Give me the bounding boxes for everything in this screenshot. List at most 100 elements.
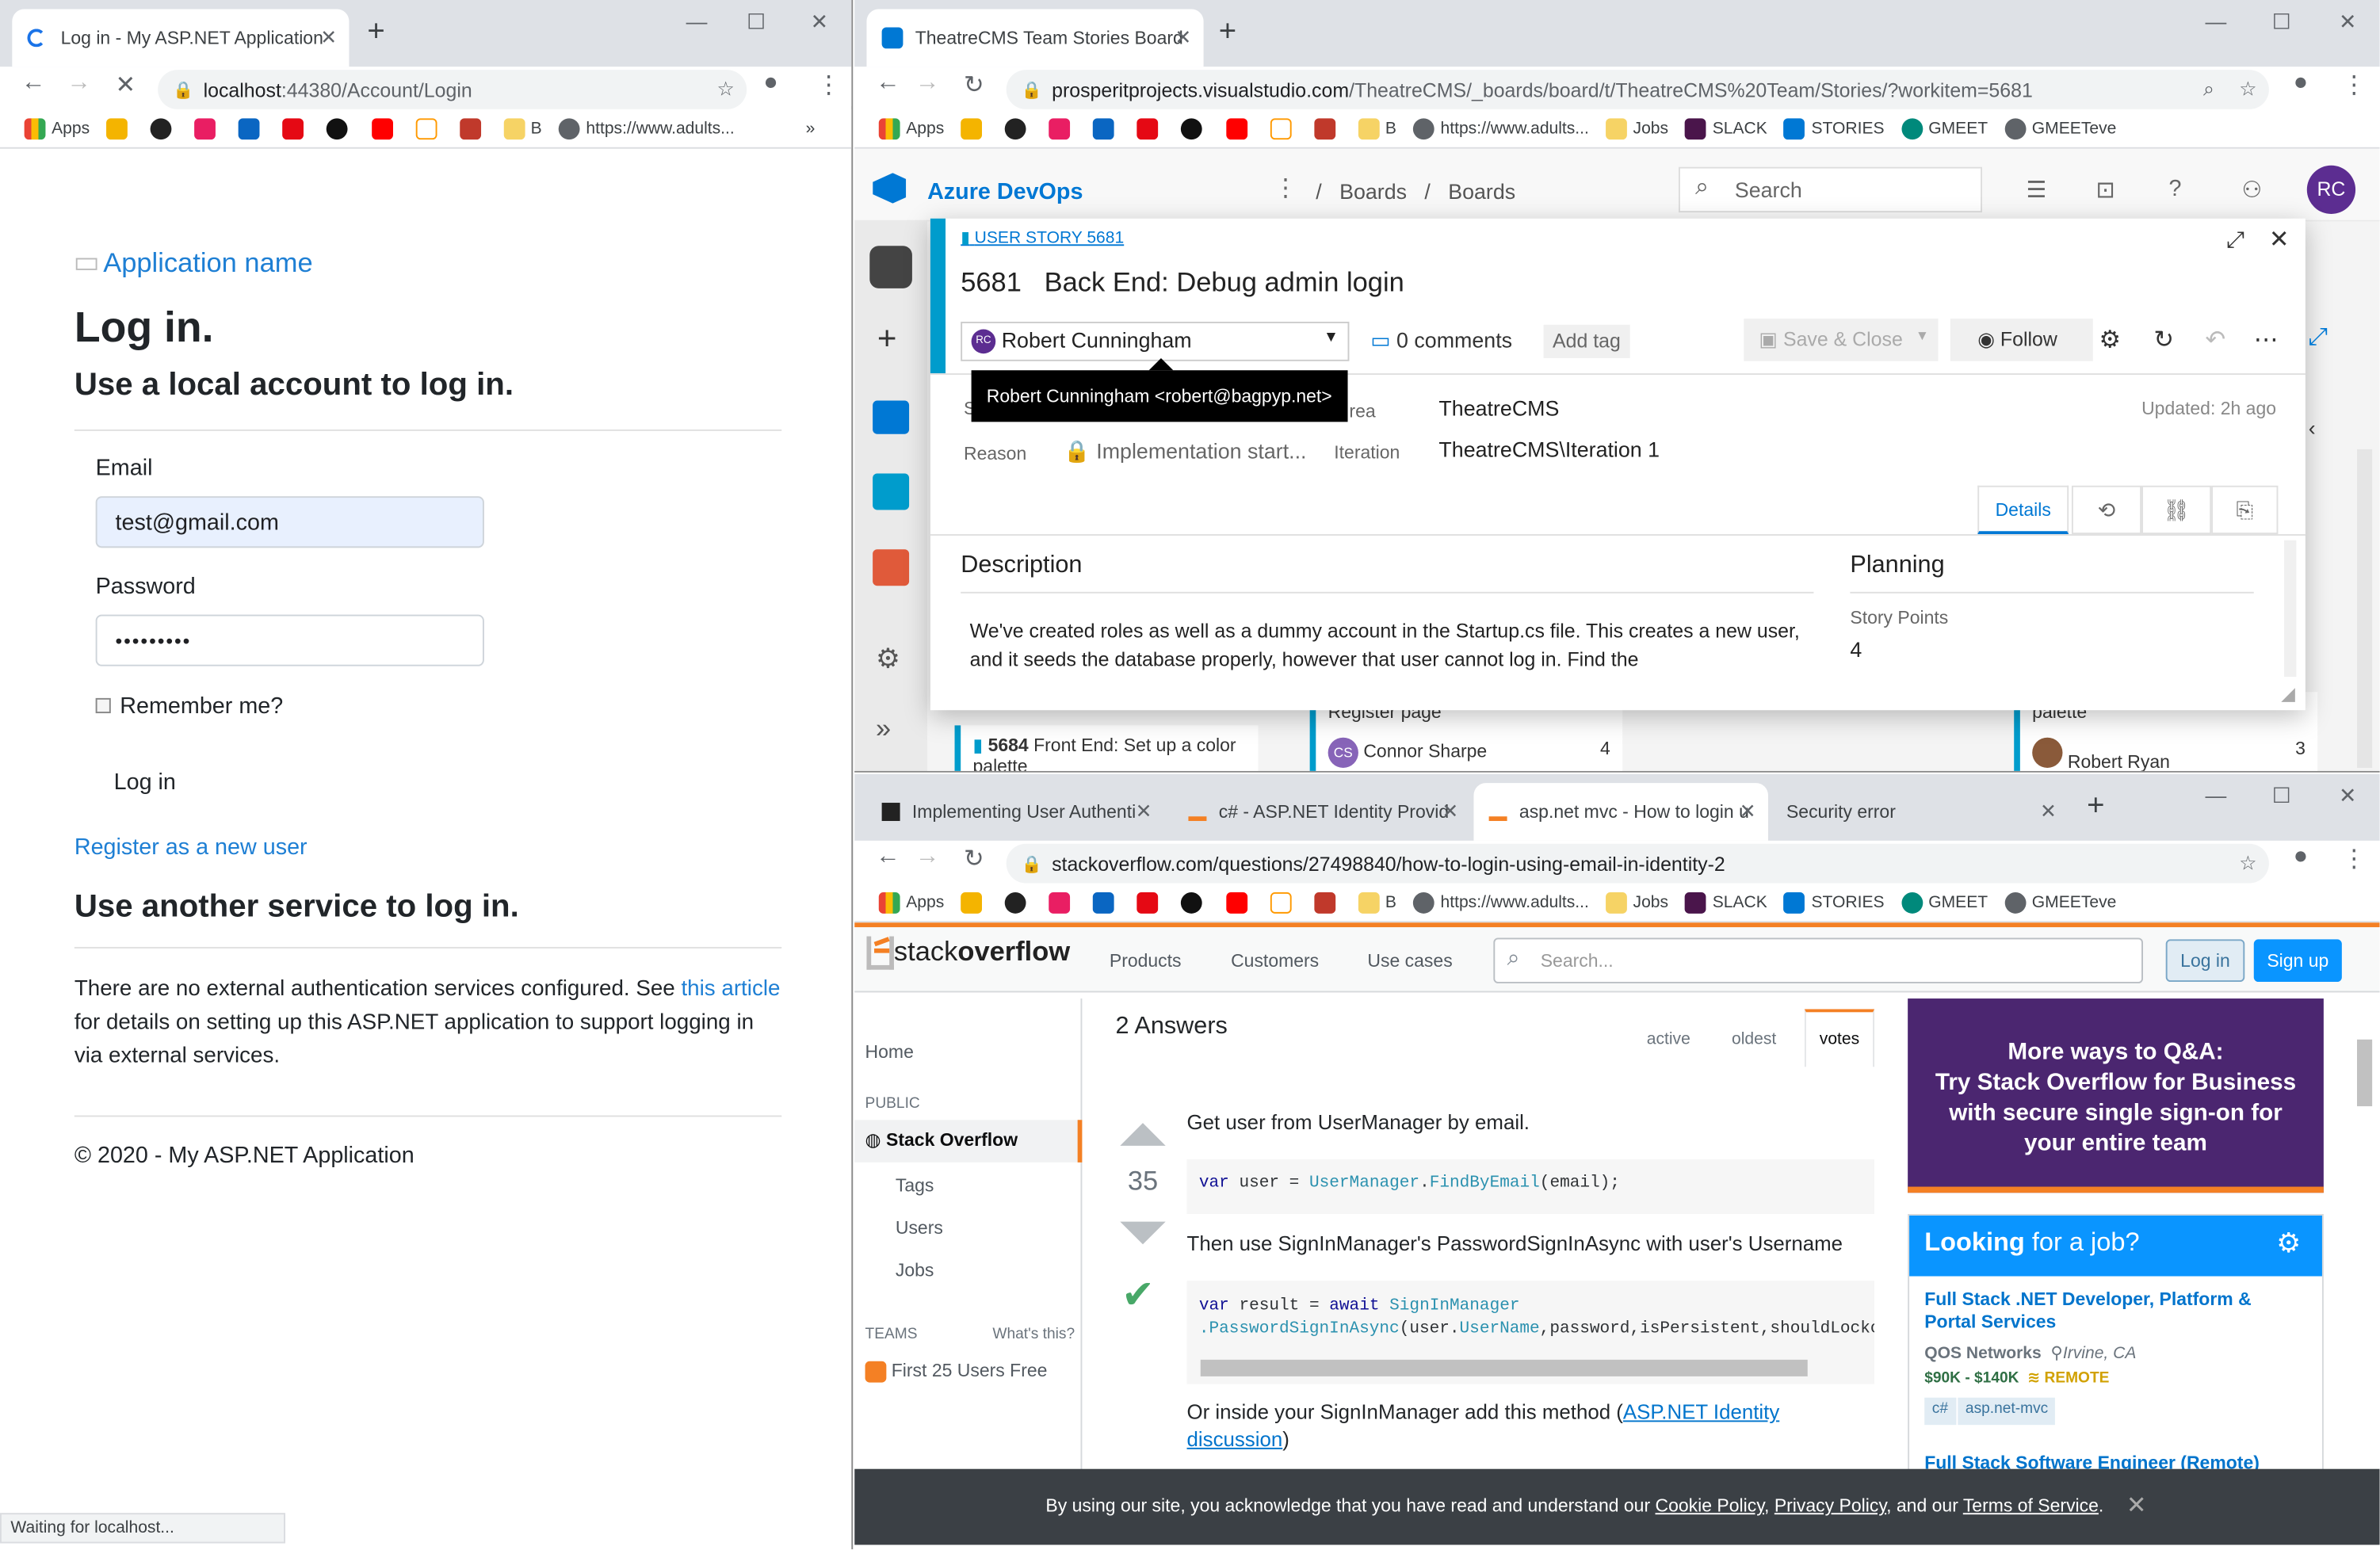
address-bar[interactable]: 🔒 localhost:44380/Account/Login ☆ (158, 70, 747, 109)
bookmarks-overflow-icon[interactable]: » (806, 109, 816, 147)
story-points-field[interactable]: 4 (1850, 637, 1862, 662)
bookmark-m-icon[interactable] (194, 109, 222, 147)
close-tab-icon[interactable]: ✕ (1442, 800, 1458, 824)
password-field[interactable]: ••••••••• (95, 614, 484, 666)
netflix-icon[interactable] (1137, 109, 1164, 147)
new-tab-button[interactable]: + (2087, 789, 2104, 824)
nav-stack-overflow[interactable]: ◍ Stack Overflow (854, 1120, 1083, 1162)
new-tab-button[interactable]: + (367, 15, 384, 50)
job-tag[interactable]: asp.net-mvc (1958, 1397, 2056, 1426)
assignee-picker[interactable]: RC Robert Cunningham ▼ (961, 321, 1350, 361)
description-text[interactable]: We've created roles as well as a dummy a… (970, 616, 1829, 677)
bookmark-apps[interactable]: Apps (24, 109, 90, 147)
bookmark-icon[interactable] (106, 109, 133, 147)
bookmark-slack[interactable]: SLACK (1685, 109, 1767, 147)
tab-ado-board[interactable]: TheatreCMS Team Stories Board ✕ (866, 9, 1204, 67)
linkedin-icon[interactable] (1093, 884, 1120, 922)
github-icon[interactable] (1005, 884, 1032, 922)
search-box[interactable]: ⌕ Search (1678, 166, 1982, 213)
bookmark-adults[interactable]: https://www.adults... (558, 109, 735, 147)
nav-tags[interactable]: Tags (896, 1174, 934, 1196)
bookmark-photo-icon[interactable] (1313, 884, 1341, 922)
code-scrollbar[interactable] (1200, 1359, 1808, 1376)
project-icon[interactable] (869, 246, 912, 288)
app-brand[interactable]: Application name (75, 247, 313, 279)
scrollbar[interactable] (2284, 540, 2297, 678)
profile-icon[interactable]: ● (2294, 844, 2309, 871)
maximize-icon[interactable]: ☐ (2272, 783, 2291, 809)
menu-icon[interactable]: ⋮ (2342, 70, 2367, 100)
nav-jobs[interactable]: Jobs (896, 1259, 934, 1281)
github-icon[interactable] (150, 109, 178, 147)
nav-products[interactable]: Products (1110, 950, 1182, 972)
zoom-icon[interactable]: ⌕ (2203, 78, 2214, 102)
nav-users[interactable]: Users (896, 1217, 943, 1239)
bookmark-gmeet[interactable]: GMEET (1901, 884, 1988, 922)
close-tab-icon[interactable]: ✕ (1740, 800, 1756, 824)
nav-home[interactable]: Home (865, 1041, 914, 1063)
teams-ad[interactable]: More ways to Q&A: Try Stack Overflow for… (1908, 998, 2324, 1193)
remember-me-checkbox[interactable] (95, 697, 111, 714)
help-icon[interactable]: ? (2169, 176, 2182, 202)
more-icon[interactable]: ⋮ (1274, 173, 1298, 203)
save-close-button[interactable]: ▣ Save & Close ▼ (1744, 319, 1939, 361)
address-bar[interactable]: 🔒 prosperitprojects.visualstudio.com/The… (1006, 70, 2269, 109)
amazon-icon[interactable] (1270, 884, 1297, 922)
forward-icon[interactable]: → (67, 70, 91, 97)
address-bar[interactable]: 🔒 stackoverflow.com/questions/27498840/h… (1006, 843, 2269, 884)
privacy-policy-link[interactable]: Privacy Policy (1774, 1495, 1886, 1516)
stop-loading-icon[interactable]: ✕ (116, 70, 136, 100)
bookmark-apps[interactable]: Apps (878, 884, 944, 922)
bookmark-folder-b[interactable]: B (1358, 884, 1396, 922)
close-tab-icon[interactable]: ✕ (1136, 800, 1152, 824)
bookmark-icon[interactable] (961, 884, 988, 922)
bookmark-star-icon[interactable]: ☆ (717, 78, 735, 102)
close-window-icon[interactable]: ✕ (2339, 9, 2356, 35)
boards-icon[interactable] (873, 473, 910, 510)
avatar[interactable]: RC (2306, 165, 2356, 215)
forward-icon[interactable]: → (915, 70, 940, 97)
tab-details[interactable]: Details (1977, 485, 2069, 535)
settings-icon[interactable]: ⚙ (2099, 325, 2120, 355)
job-title-link[interactable]: Full Stack .NET Developer, Platform & Po… (1924, 1288, 2304, 1334)
expand-icon[interactable]: ⤢ (2226, 227, 2244, 254)
links-icon[interactable]: ⛓ (2141, 485, 2212, 535)
bookmark-stories[interactable]: STORIES (1783, 109, 1885, 147)
terms-link[interactable]: Terms of Service (1963, 1495, 2099, 1516)
close-window-icon[interactable]: ✕ (811, 9, 828, 35)
article-link[interactable]: this article (681, 977, 780, 1002)
tab-login-email[interactable]: asp.net mvc - How to login u ✕ (1473, 783, 1768, 841)
youtube-icon[interactable] (371, 109, 398, 147)
sort-active[interactable]: active (1647, 1030, 1690, 1048)
bookmark-apps[interactable]: Apps (878, 109, 944, 147)
netflix-icon[interactable] (282, 109, 310, 147)
attachment-icon[interactable]: ⎘ (2211, 485, 2279, 535)
bookmark-star-icon[interactable]: ☆ (2239, 78, 2256, 102)
breadcrumb-boards[interactable]: Boards (1339, 179, 1407, 204)
back-icon[interactable]: ← (21, 70, 46, 97)
first-25-users-link[interactable]: First 25 Users Free (865, 1360, 1047, 1383)
nav-customers[interactable]: Customers (1231, 950, 1319, 972)
login-button[interactable]: Log in (114, 769, 176, 796)
signup-button[interactable]: Sign up (2253, 939, 2342, 983)
breadcrumb-boards-2[interactable]: Boards (1448, 179, 1515, 204)
profile-icon[interactable]: ● (2294, 70, 2309, 97)
sort-oldest[interactable]: oldest (1732, 1030, 1776, 1048)
reason-field[interactable]: 🔒 Implementation start... (1064, 438, 1306, 464)
close-tab-icon[interactable]: ✕ (1175, 26, 1191, 51)
bookmark-circle-icon[interactable] (1181, 109, 1209, 147)
stackoverflow-logo[interactable]: stackoverflow (866, 937, 1070, 971)
back-icon[interactable]: ← (876, 70, 900, 97)
tab-identity-provider[interactable]: c# - ASP.NET Identity Provid ✕ (1173, 783, 1470, 841)
tab-security-error[interactable]: Security error ✕ (1771, 783, 2069, 841)
bookmark-slack[interactable]: SLACK (1685, 884, 1767, 922)
bookmark-circle-icon[interactable] (327, 109, 354, 147)
bookmark-circle-icon[interactable] (1181, 884, 1209, 922)
bookmark-photo-icon[interactable] (1313, 109, 1341, 147)
user-settings-icon[interactable]: ⚇ (2241, 176, 2262, 204)
forward-icon[interactable]: → (915, 844, 940, 871)
board-card[interactable]: ▮ 5684 Front End: Set up a color palette (954, 725, 1259, 771)
list-icon[interactable]: ☰ (2027, 176, 2047, 204)
tab-implementing-auth[interactable]: Implementing User Authenti ✕ (866, 783, 1163, 841)
github-icon[interactable] (1005, 109, 1032, 147)
